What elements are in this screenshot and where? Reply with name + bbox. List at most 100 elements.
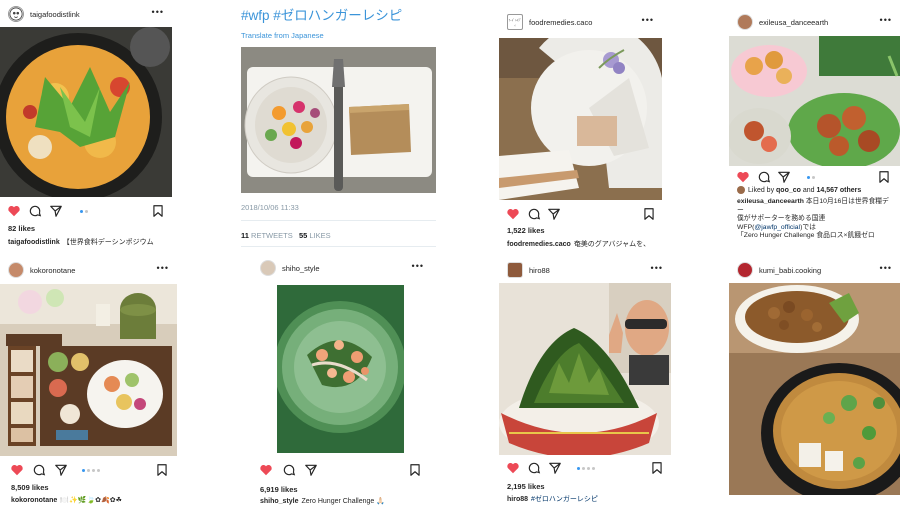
retweets-count[interactable]: 11 bbox=[241, 231, 249, 240]
post-username[interactable]: taigafoodistlink bbox=[30, 10, 80, 19]
caption-line: 「Zero Hunger Challenge 食品ロス×飢餓ゼロ bbox=[737, 232, 875, 239]
bookmark-icon[interactable] bbox=[151, 204, 165, 218]
caption-text: Zero Hunger Challenge 🙏🏻 bbox=[301, 498, 385, 505]
share-icon[interactable] bbox=[547, 207, 561, 221]
share-icon[interactable] bbox=[777, 170, 791, 184]
post-username[interactable]: shiho_style bbox=[282, 264, 320, 273]
post-username[interactable]: exileusa_danceearth bbox=[759, 18, 828, 27]
caption-line: WFP( bbox=[737, 223, 755, 231]
liked-by-count[interactable]: 14,567 others bbox=[817, 187, 862, 194]
likes-count[interactable]: 2,195 likes bbox=[507, 482, 545, 491]
heart-filled-icon[interactable] bbox=[10, 463, 24, 477]
heart-filled-icon[interactable] bbox=[506, 207, 520, 221]
post-caption: exileusa_danceearth 本日10月16日は世界食糧デー 僕がサポ… bbox=[737, 198, 892, 241]
likes-count[interactable]: 8,509 likes bbox=[11, 483, 49, 492]
more-icon[interactable]: ••• bbox=[152, 7, 164, 17]
comment-icon[interactable] bbox=[282, 463, 296, 477]
avatar[interactable] bbox=[737, 186, 745, 194]
bookmark-icon[interactable] bbox=[408, 463, 422, 477]
caption-username[interactable]: exileusa_danceearth bbox=[737, 198, 804, 205]
caption-username[interactable]: kokoronotane bbox=[11, 497, 57, 504]
avatar[interactable] bbox=[8, 6, 24, 22]
post-card: shiho_style ••• 6,919 likes shiho_style Z… bbox=[252, 254, 432, 507]
share-icon[interactable] bbox=[49, 204, 63, 218]
more-icon[interactable]: ••• bbox=[642, 15, 654, 25]
post-image[interactable] bbox=[499, 283, 671, 455]
post-username[interactable]: kumi_babi.cooking bbox=[759, 266, 821, 275]
liked-by-user[interactable]: qoo_co bbox=[776, 187, 801, 194]
share-icon[interactable] bbox=[54, 463, 68, 477]
heart-filled-icon[interactable] bbox=[736, 170, 750, 184]
likes-count[interactable]: 1,522 likes bbox=[507, 226, 545, 235]
caption-hashtag[interactable]: #ゼロハンガーレシピ bbox=[531, 496, 598, 503]
more-icon[interactable]: ••• bbox=[412, 261, 424, 271]
post-card: taigafoodistlink ••• 82 likes taigafoodi… bbox=[0, 0, 172, 250]
liked-by-label: Liked by bbox=[748, 186, 775, 194]
divider bbox=[241, 246, 436, 247]
comment-icon[interactable] bbox=[32, 463, 46, 477]
likes-count[interactable]: 82 likes bbox=[8, 224, 35, 233]
avatar[interactable] bbox=[8, 262, 24, 278]
owl-logo-icon bbox=[9, 7, 23, 21]
post-caption: taigafoodistlink 【世界食料デーシンポジウム bbox=[8, 237, 168, 247]
heart-filled-icon[interactable] bbox=[7, 204, 21, 218]
translate-link[interactable]: Translate from Japanese bbox=[241, 31, 324, 40]
post-actions bbox=[499, 207, 662, 223]
post-image[interactable] bbox=[0, 284, 177, 456]
post-username[interactable]: foodremedies.caco bbox=[529, 18, 592, 27]
caption-line: )では bbox=[800, 223, 816, 231]
post-image[interactable] bbox=[499, 38, 662, 200]
bookmark-icon[interactable] bbox=[877, 170, 891, 184]
post-image[interactable] bbox=[0, 27, 172, 197]
post-card: ﾌｰﾄﾞ ﾚﾒﾃﾞｨ foodremedies.caco ••• 1,522 l… bbox=[499, 8, 662, 253]
likes-count[interactable]: 6,919 likes bbox=[260, 485, 298, 494]
post-header: taigafoodistlink ••• bbox=[0, 0, 172, 28]
comment-icon[interactable] bbox=[527, 461, 541, 475]
caption-username[interactable]: hiro88 bbox=[507, 496, 528, 503]
comment-icon[interactable] bbox=[757, 170, 771, 184]
tweet-image[interactable] bbox=[241, 47, 436, 193]
likes-label[interactable]: LIKES bbox=[309, 231, 330, 240]
bookmark-icon[interactable] bbox=[155, 463, 169, 477]
post-header: kumi_babi.cooking ••• bbox=[729, 256, 900, 284]
caption-username[interactable]: foodremedies.caco bbox=[507, 241, 571, 248]
avatar[interactable] bbox=[737, 14, 753, 30]
post-header: ﾌｰﾄﾞ ﾚﾒﾃﾞｨ foodremedies.caco ••• bbox=[499, 8, 662, 36]
more-icon[interactable]: ••• bbox=[651, 263, 663, 273]
avatar[interactable] bbox=[737, 262, 753, 278]
caption-mention[interactable]: @jawfp_official bbox=[754, 224, 800, 231]
bookmark-icon[interactable] bbox=[642, 207, 656, 221]
post-actions bbox=[499, 461, 671, 477]
post-image[interactable] bbox=[729, 283, 900, 495]
post-caption: kokoronotane 🍽️✨🌿🍃✿🍂✿☘ bbox=[11, 496, 173, 504]
post-username[interactable]: kokoronotane bbox=[30, 266, 75, 275]
caption-username[interactable]: shiho_style bbox=[260, 498, 299, 505]
retweets-label[interactable]: RETWEETS bbox=[251, 231, 293, 240]
caption-text: 🍽️✨🌿🍃✿🍂✿☘ bbox=[60, 497, 122, 504]
more-icon[interactable]: ••• bbox=[880, 15, 892, 25]
post-caption: foodremedies.caco 奄美のグアバジャムを、 bbox=[507, 239, 658, 249]
avatar[interactable] bbox=[507, 262, 523, 278]
post-image[interactable] bbox=[277, 285, 404, 453]
more-icon[interactable]: ••• bbox=[157, 263, 169, 273]
avatar[interactable] bbox=[260, 260, 276, 276]
post-image[interactable] bbox=[729, 36, 900, 166]
comment-icon[interactable] bbox=[28, 204, 42, 218]
tweet-hashtags[interactable]: #wfp #ゼロハンガーレシピ bbox=[241, 4, 402, 24]
more-icon[interactable]: ••• bbox=[880, 263, 892, 273]
post-username[interactable]: hiro88 bbox=[529, 266, 550, 275]
post-actions bbox=[0, 204, 172, 220]
post-card: kokoronotane ••• 8,509 likes kokoronotan… bbox=[0, 256, 177, 507]
bookmark-icon[interactable] bbox=[650, 461, 664, 475]
avatar[interactable]: ﾌｰﾄﾞ ﾚﾒﾃﾞｨ bbox=[507, 14, 523, 30]
caption-username[interactable]: taigafoodistlink bbox=[8, 239, 60, 246]
caption-text: 【世界食料デーシンポジウム bbox=[62, 239, 154, 246]
heart-filled-icon[interactable] bbox=[506, 461, 520, 475]
share-icon[interactable] bbox=[304, 463, 318, 477]
post-card: kumi_babi.cooking ••• bbox=[729, 256, 900, 507]
likes-count[interactable]: 55 bbox=[299, 231, 307, 240]
caption-line: 僕がサポーターを務める国連 bbox=[737, 215, 826, 222]
heart-filled-icon[interactable] bbox=[259, 463, 273, 477]
comment-icon[interactable] bbox=[527, 207, 541, 221]
share-icon[interactable] bbox=[548, 461, 562, 475]
